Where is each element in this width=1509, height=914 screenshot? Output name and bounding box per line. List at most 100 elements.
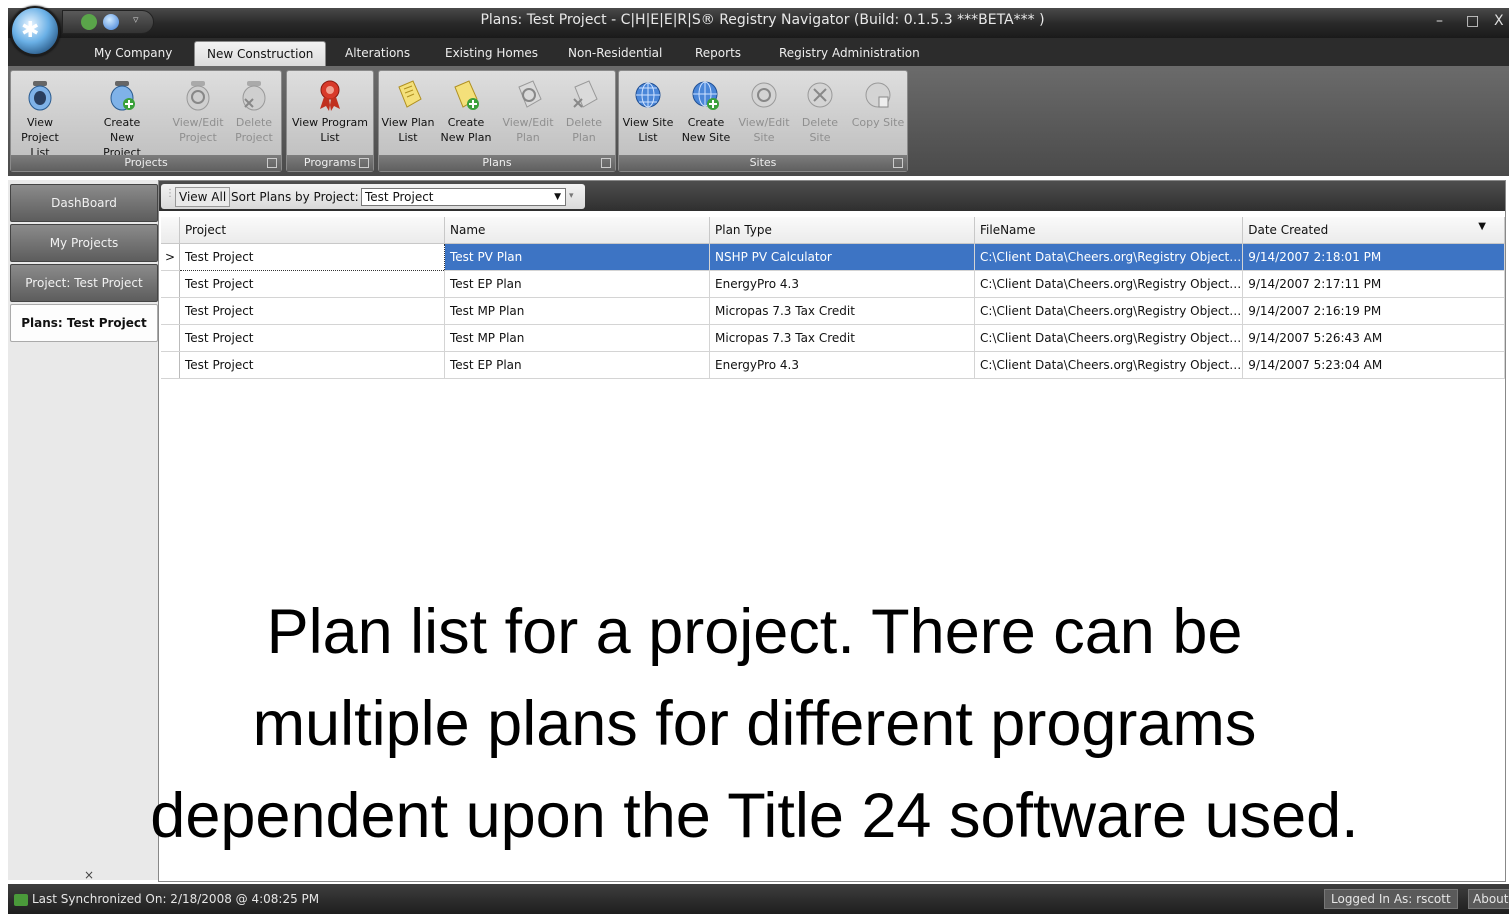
view-site-list-button[interactable]: View Site List [619, 77, 677, 145]
cell-project[interactable]: Test Project [179, 297, 445, 325]
row-selector[interactable] [161, 297, 180, 325]
delete-site-button[interactable]: Delete Site [791, 77, 849, 145]
button-label-line2: List [638, 131, 658, 144]
row-selector[interactable] [161, 351, 180, 379]
cell-filename[interactable]: C:\Client Data\Cheers.org\Registry Objec… [974, 351, 1244, 379]
tab-registry-administration[interactable]: Registry Administration [779, 46, 920, 60]
create-new-site-button[interactable]: Create New Site [677, 77, 735, 145]
cell-date-created[interactable]: 9/14/2007 2:16:19 PM [1242, 297, 1505, 325]
nav-my-projects[interactable]: My Projects [10, 224, 158, 262]
table-row[interactable]: > Test Project Test PV Plan NSHP PV Calc… [161, 243, 1505, 271]
cell-filename[interactable]: C:\Client Data\Cheers.org\Registry Objec… [974, 297, 1244, 325]
cell-project[interactable]: Test Project [179, 270, 445, 298]
customize-chevron-icon[interactable]: ▿ [133, 13, 139, 26]
button-label-line1: Delete [801, 116, 839, 129]
tab-existing-homes[interactable]: Existing Homes [445, 46, 538, 60]
cell-filename[interactable]: C:\Client Data\Cheers.org\Registry Objec… [974, 324, 1244, 352]
column-header-name[interactable]: Name [444, 217, 710, 244]
column-header-project[interactable]: Project [179, 217, 445, 244]
application-orb-button[interactable]: ✱ [10, 6, 60, 56]
cell-filename[interactable]: C:\Client Data\Cheers.org\Registry Objec… [974, 270, 1244, 298]
copy-site-button[interactable]: Copy Site [849, 77, 907, 130]
cell-project[interactable]: Test Project [179, 324, 445, 352]
view-program-list-button[interactable]: View Program List [287, 77, 373, 145]
column-header-plan-type[interactable]: Plan Type [709, 217, 975, 244]
cell-plan-type[interactable]: EnergyPro 4.3 [709, 270, 975, 298]
cell-plan-type[interactable]: EnergyPro 4.3 [709, 351, 975, 379]
snowflake-icon: ✱ [21, 18, 40, 43]
jar-add-icon [110, 81, 135, 111]
ribbon: View Project List Create New Project Vie… [8, 66, 1509, 176]
programs-group: View Program List Programs [286, 70, 374, 172]
button-label-line1: View Site [622, 116, 674, 129]
cell-filename[interactable]: C:\Client Data\Cheers.org\Registry Objec… [974, 243, 1244, 271]
close-icon[interactable]: × [84, 868, 94, 882]
row-selector[interactable] [161, 270, 180, 298]
cell-name[interactable]: Test EP Plan [444, 351, 710, 379]
toolbar-overflow-icon[interactable]: ▾ [569, 191, 574, 201]
cell-date-created[interactable]: 9/14/2007 2:18:01 PM [1242, 243, 1505, 271]
dialog-launcher-icon[interactable] [359, 158, 369, 168]
cell-project[interactable]: Test Project [179, 243, 445, 271]
delete-project-button[interactable]: Delete Project [225, 77, 283, 145]
row-selector[interactable] [161, 324, 180, 352]
column-header-date-created[interactable]: Date Created ▼ [1242, 217, 1505, 244]
cell-plan-type[interactable]: Micropas 7.3 Tax Credit [709, 324, 975, 352]
table-row[interactable]: Test Project Test MP Plan Micropas 7.3 T… [161, 297, 1505, 325]
cell-name[interactable]: Test MP Plan [444, 324, 710, 352]
document-delete-icon [573, 80, 598, 108]
create-new-plan-button[interactable]: Create New Plan [437, 77, 495, 145]
column-header-filename[interactable]: FileName [974, 217, 1244, 244]
cell-date-created[interactable]: 9/14/2007 5:26:43 AM [1242, 324, 1505, 352]
button-label-line2: Project [179, 131, 217, 144]
minimize-button[interactable]: – [1436, 13, 1443, 29]
button-label-line1: Create New [103, 116, 141, 144]
table-row[interactable]: Test Project Test EP Plan EnergyPro 4.3 … [161, 351, 1505, 379]
nav-project-test-project[interactable]: Project: Test Project [10, 264, 158, 302]
globe-icon[interactable] [103, 14, 119, 30]
close-button[interactable]: X [1494, 13, 1504, 29]
slide-caption: Plan list for a project. There can be mu… [0, 586, 1509, 862]
dialog-launcher-icon[interactable] [601, 158, 611, 168]
cell-plan-type[interactable]: Micropas 7.3 Tax Credit [709, 297, 975, 325]
tab-reports[interactable]: Reports [695, 46, 741, 60]
cell-name[interactable]: Test MP Plan [444, 297, 710, 325]
nav-dashboard[interactable]: DashBoard [10, 184, 158, 222]
dialog-launcher-icon[interactable] [893, 158, 903, 168]
restore-button[interactable]: □ [1466, 13, 1479, 29]
view-project-list-button[interactable]: View Project List [11, 77, 69, 160]
create-new-project-button[interactable]: Create New Project [93, 77, 151, 160]
tab-my-company[interactable]: My Company [94, 46, 172, 60]
tab-non-residential[interactable]: Non-Residential [568, 46, 662, 60]
about-button[interactable]: About [1468, 889, 1509, 909]
cell-project[interactable]: Test Project [179, 351, 445, 379]
view-edit-plan-button[interactable]: View/Edit Plan [499, 77, 557, 145]
tab-alterations[interactable]: Alterations [345, 46, 410, 60]
table-row[interactable]: Test Project Test MP Plan Micropas 7.3 T… [161, 324, 1505, 352]
logged-in-user[interactable]: Logged In As: rscott [1324, 889, 1458, 909]
dialog-launcher-icon[interactable] [267, 158, 277, 168]
cell-name[interactable]: Test PV Plan [444, 243, 710, 271]
view-plan-list-button[interactable]: View Plan List [379, 77, 437, 145]
plans-group: View Plan List Create New Plan View/Edit… [378, 70, 616, 172]
sites-group: View Site List Create New Site View/Edit… [618, 70, 908, 172]
button-label-line2: List [398, 131, 418, 144]
cell-date-created[interactable]: 9/14/2007 5:23:04 AM [1242, 351, 1505, 379]
tab-new-construction[interactable]: New Construction [194, 41, 327, 67]
delete-plan-button[interactable]: Delete Plan [555, 77, 613, 145]
button-label-line2: Project [235, 131, 273, 144]
view-edit-project-button[interactable]: View/Edit Project [169, 77, 227, 145]
project-select[interactable]: Test Project ▼ [361, 188, 566, 206]
cell-date-created[interactable]: 9/14/2007 2:17:11 PM [1242, 270, 1505, 298]
cell-plan-type[interactable]: NSHP PV Calculator [709, 243, 975, 271]
table-row[interactable]: Test Project Test EP Plan EnergyPro 4.3 … [161, 270, 1505, 298]
view-all-button[interactable]: View All [175, 187, 231, 207]
caption-line: dependent upon the Title 24 software use… [150, 781, 1359, 851]
cell-name[interactable]: Test EP Plan [444, 270, 710, 298]
view-edit-site-button[interactable]: View/Edit Site [735, 77, 793, 145]
nav-plans-test-project[interactable]: Plans: Test Project [10, 304, 158, 342]
sync-icon[interactable] [81, 14, 97, 30]
button-label-line1: Copy Site [851, 116, 905, 129]
sort-by-project-label: Sort Plans by Project: [231, 190, 359, 204]
projects-group: View Project List Create New Project Vie… [10, 70, 282, 172]
